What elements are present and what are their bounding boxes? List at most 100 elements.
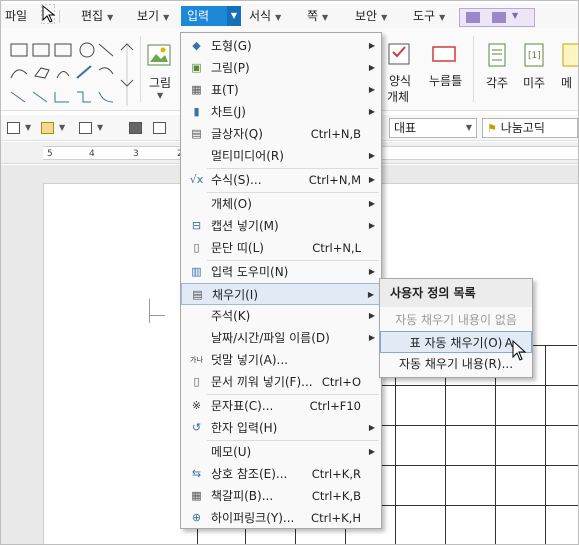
shape-gallery[interactable] — [7, 40, 137, 110]
bookmark-icon: ▦ — [191, 489, 202, 502]
endnote-label[interactable]: 미주 — [523, 74, 545, 91]
svg-text:[1]: [1] — [528, 51, 541, 61]
print-icon[interactable] — [129, 122, 142, 134]
menu-item-bookmark[interactable]: ▦ 책갈피(B)... Ctrl+K,B — [181, 485, 381, 507]
chevron-down-icon: ▼ — [25, 123, 32, 132]
menu-item-memo[interactable]: 메모(U) ▶ — [181, 441, 381, 463]
menu-item-annotation[interactable]: 주석(K) ▶ — [181, 305, 381, 327]
table-gridline — [545, 346, 546, 544]
font-icon: ⚑ — [487, 122, 497, 135]
submenu-item-table-autofill[interactable]: 표 자동 채우기(O) A — [380, 331, 532, 353]
form-object-icon[interactable] — [387, 42, 413, 68]
caption-icon: ⊟ — [191, 219, 202, 232]
insert-picture-label[interactable]: 그림 — [149, 74, 171, 91]
font-select[interactable]: ⚑ 나눔고딕 — [482, 118, 578, 138]
chevron-down-icon: ▼ — [512, 11, 519, 20]
margin-guide — [149, 315, 165, 323]
menu-item-overwrite-text[interactable]: 가나 덧말 넣기(A)... — [181, 349, 381, 371]
menu-item-textbox[interactable]: ▤ 글상자(Q) Ctrl+N,B — [181, 123, 381, 145]
quick-tools[interactable]: ▼ — [459, 8, 535, 27]
chevron-down-icon: ▼ — [439, 13, 446, 22]
endnote-icon[interactable]: [1] — [523, 42, 545, 68]
menu-item-fill[interactable]: ▤ 채우기(I) ▶ — [181, 283, 381, 305]
memo-label[interactable]: 메 — [561, 74, 572, 91]
chevron-down-icon: ▼ — [107, 13, 114, 22]
menu-item-column-break[interactable]: ▯ 문단 띠(L) Ctrl+N,L — [181, 237, 381, 259]
app-window: 파일 편집 ▼ 보기 ▼ 입력 ▼ 서식 ▼ 쪽 ▼ 보안 ▼ 도구 ▼ ▼ 그… — [0, 0, 579, 545]
menu-bar: 파일 편집 ▼ 보기 ▼ 입력 ▼ 서식 ▼ 쪽 ▼ 보안 ▼ 도구 ▼ ▼ — [1, 4, 578, 28]
chevron-down-icon: ▼ — [275, 13, 282, 22]
menu-item-picture[interactable]: ▣ 그림(P) ▶ — [181, 57, 381, 79]
menu-item-shape[interactable]: ◆ 도형(G) ▶ — [181, 35, 381, 57]
submenu-arrow-icon: ▶ — [368, 199, 375, 208]
mouse-cursor-icon — [41, 4, 55, 24]
menu-file[interactable]: 파일 — [5, 6, 27, 26]
ribbon-separator — [473, 36, 474, 102]
menu-item-date-time-filename[interactable]: 날짜/시간/파일 이름(D) ▶ — [181, 327, 381, 349]
menu-view[interactable]: 보기 ▼ — [137, 6, 169, 26]
menu-item-symbol[interactable]: ※ 문자표(C)... Ctrl+F10 — [181, 395, 381, 417]
hyperlink-icon: ⊕ — [191, 511, 202, 524]
menu-item-hyperlink[interactable]: ⊕ 하이퍼링크(Y)... Ctrl+K,H — [181, 507, 381, 529]
menu-item-cross-reference[interactable]: ⇆ 상호 참조(E)... Ctrl+K,R — [181, 463, 381, 485]
menu-item-object[interactable]: 개체(O) ▶ — [181, 193, 381, 215]
submenu-arrow-icon: ▶ — [368, 175, 375, 184]
chevron-down-icon: ▼ — [465, 123, 472, 132]
push-field-label[interactable]: 누름틀 — [429, 72, 462, 89]
menu-edit[interactable]: 편집 ▼ — [81, 6, 113, 26]
menu-item-hanja[interactable]: ↺ 한자 입력(H) ▶ — [181, 417, 381, 439]
menu-item-chart[interactable]: ▮ 차트(J) ▶ — [181, 101, 381, 123]
push-field-icon[interactable] — [431, 44, 459, 66]
menu-item-insert-document[interactable]: ▯ 문서 끼워 넣기(F)... Ctrl+O — [181, 371, 381, 393]
symbol-icon: ※ — [191, 399, 202, 412]
menu-insert[interactable]: 입력 ▼ — [181, 6, 241, 26]
formula-icon: √x — [189, 173, 204, 186]
form-object-label[interactable]: 양식 — [389, 72, 411, 89]
menu-separator — [59, 10, 60, 23]
submenu-arrow-icon: ▶ — [368, 85, 375, 94]
save-icon[interactable] — [79, 122, 92, 134]
ruler-number: 5 — [47, 149, 53, 159]
menu-security[interactable]: 보안 ▼ — [355, 6, 387, 26]
ribbon-separator — [140, 36, 141, 102]
chevron-down-icon: ▼ — [163, 13, 170, 22]
footnote-label[interactable]: 각주 — [486, 74, 508, 91]
menu-format[interactable]: 서식 ▼ — [249, 6, 281, 26]
submenu-arrow-icon: ▶ — [368, 447, 375, 456]
form-object-label-2[interactable]: 개체 — [387, 88, 409, 105]
submenu-arrow-icon: ▶ — [368, 151, 375, 160]
draw-icon[interactable] — [466, 12, 480, 23]
menu-item-multimedia[interactable]: 멀티미디어(R) ▶ — [181, 145, 381, 167]
overwrite-icon: 가나 — [190, 356, 203, 364]
footnote-icon[interactable] — [487, 42, 507, 68]
submenu-arrow-icon: ▶ — [368, 333, 375, 342]
menu-item-formula[interactable]: √x 수식(S)... Ctrl+N,M ▶ — [181, 169, 381, 191]
menu-page[interactable]: 쪽 ▼ — [307, 6, 328, 26]
ruler-number: 4 — [89, 149, 95, 159]
chevron-down-icon: ▼ — [157, 91, 164, 100]
open-folder-icon[interactable] — [41, 122, 54, 134]
submenu-arrow-icon: ▶ — [368, 63, 375, 72]
table-icon: ▦ — [191, 83, 202, 96]
menu-item-caption[interactable]: ⊟ 캡션 넣기(M) ▶ — [181, 215, 381, 237]
mouse-cursor-icon — [512, 339, 527, 361]
ruler-number: 3 — [133, 149, 139, 159]
hanja-icon: ↺ — [191, 421, 202, 434]
submenu-arrow-icon: ▶ — [368, 107, 375, 116]
menu-item-input-helper[interactable]: ▥ 입력 도우미(N) ▶ — [181, 261, 381, 283]
new-document-icon[interactable] — [7, 122, 20, 134]
picture-icon[interactable] — [147, 44, 173, 68]
insert-file-icon: ▯ — [193, 375, 200, 388]
menu-item-table[interactable]: ▦ 표(T) ▶ — [181, 79, 381, 101]
style-select[interactable]: 대표 ▼ — [389, 118, 477, 138]
menu-tools[interactable]: 도구 ▼ — [413, 6, 445, 26]
submenu-arrow-icon: ▶ — [368, 311, 375, 320]
submenu-item-autofill-content[interactable]: 자동 채우기 내용(R)... — [380, 353, 532, 375]
column-break-icon: ▯ — [193, 241, 200, 254]
margin-guide — [149, 299, 150, 315]
submenu-item-no-autofill: 자동 채우기 내용이 없음 — [395, 313, 517, 327]
memo-icon[interactable] — [561, 42, 579, 68]
grid-icon[interactable] — [492, 12, 506, 23]
preview-icon[interactable] — [153, 122, 166, 134]
submenu-header: 사용자 정의 목록 — [380, 279, 532, 307]
